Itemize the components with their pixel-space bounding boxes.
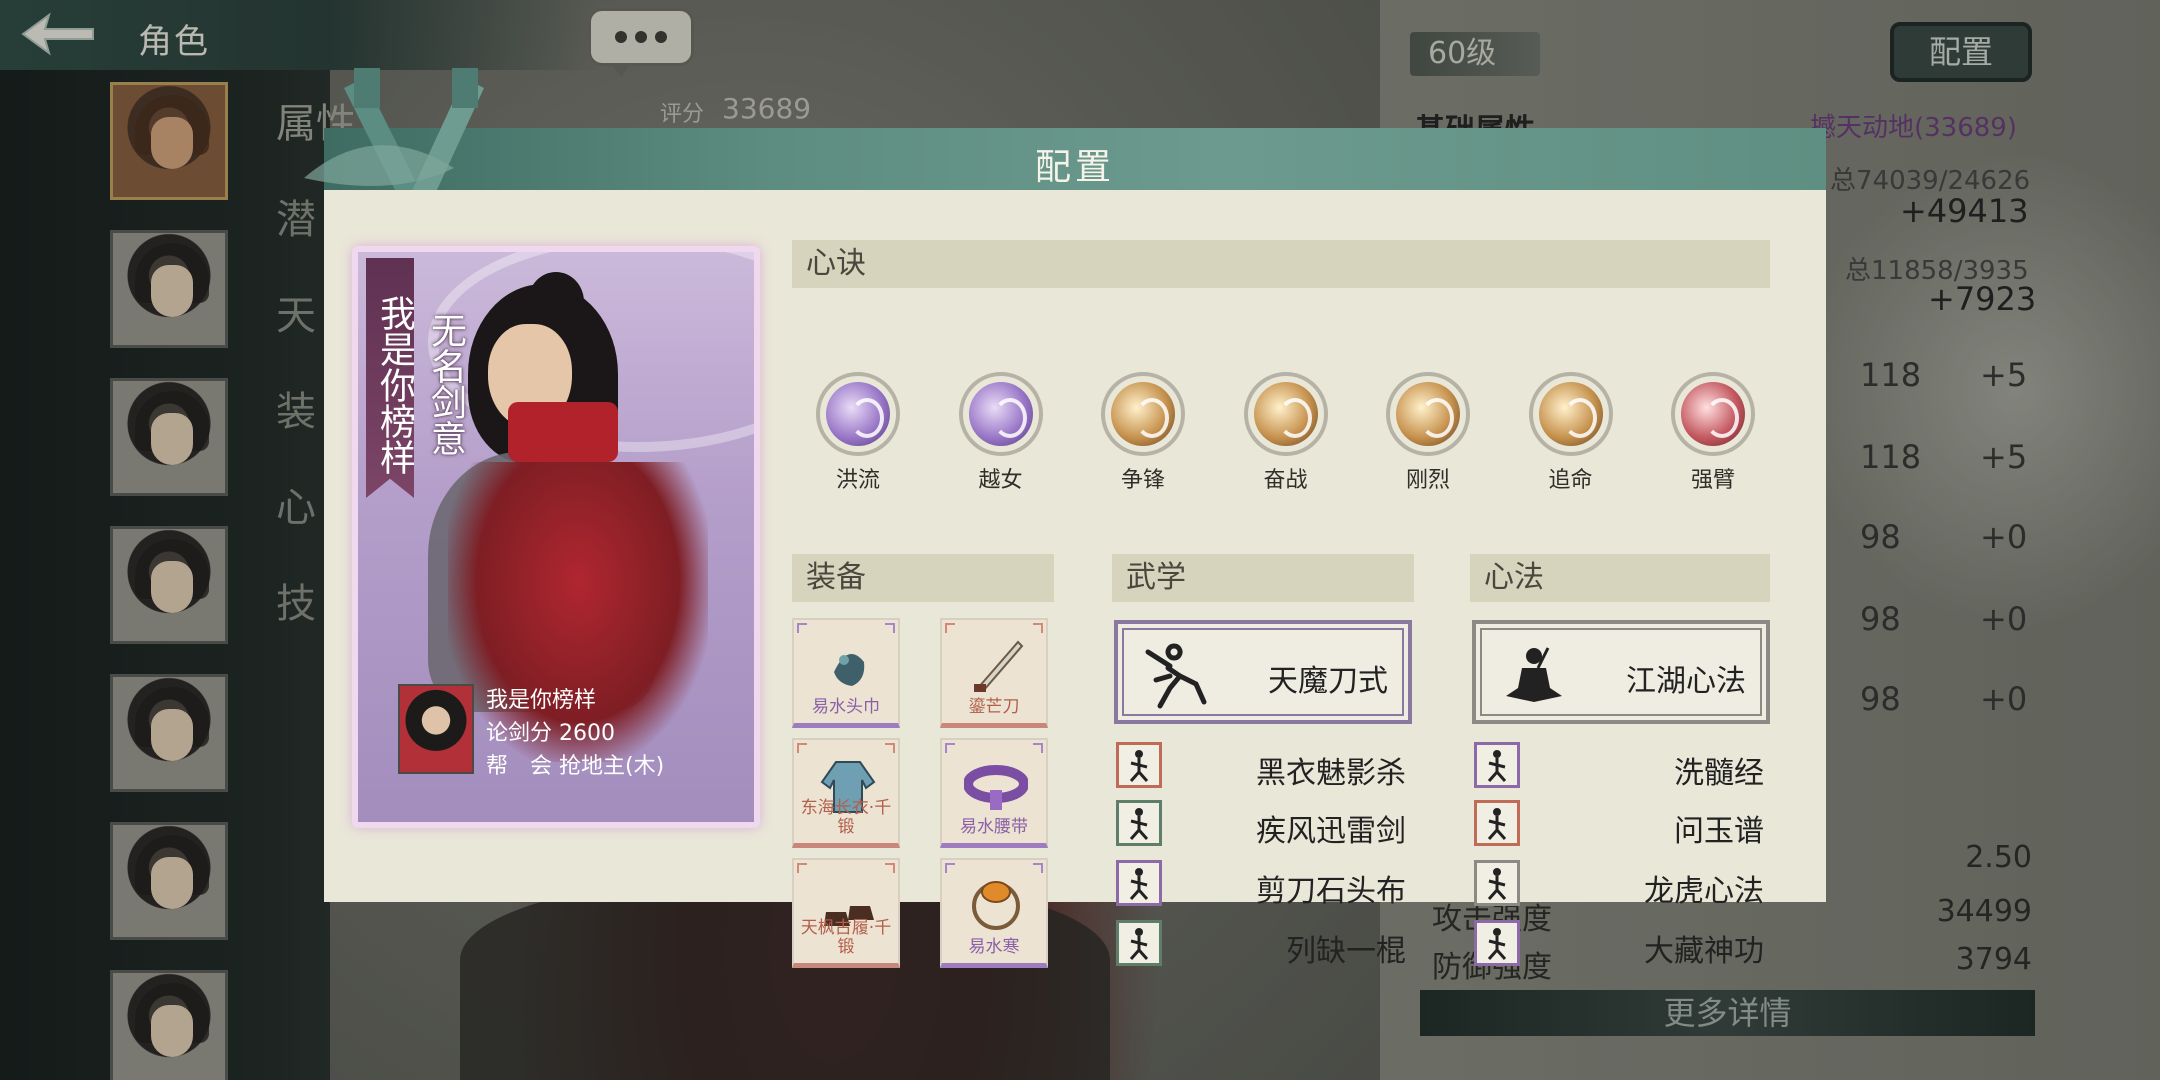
equipment-slot[interactable]: 易水寒 <box>940 858 1048 968</box>
section-wuxue: 武学 <box>1112 554 1414 602</box>
bracelet-icon <box>972 881 1020 930</box>
section-equipment: 装备 <box>792 554 1054 602</box>
skill-name: 黑衣魅影杀 <box>1256 756 1406 791</box>
equipment-slot[interactable]: 天枫古履·千锻 <box>792 858 900 968</box>
xinjue-label: 强臂 <box>1690 468 1735 493</box>
xinjue-label: 争锋 <box>1120 468 1165 493</box>
sword-dancer-icon <box>1145 643 1207 709</box>
xinjue-1[interactable]: 洪流 <box>798 372 918 494</box>
xinjue-label: 奋战 <box>1263 468 1308 493</box>
fist-strike-icon <box>1101 372 1185 456</box>
xinjue-4[interactable]: 奋战 <box>1226 372 1346 494</box>
skill-name: 龙虎心法 <box>1644 874 1764 909</box>
meditation-figure-icon <box>1474 860 1520 906</box>
skill-item[interactable]: 剪刀石头布 <box>1116 860 1416 909</box>
xinjue-3[interactable]: 争锋 <box>1083 372 1203 494</box>
equipment-name: 鎏芒刀 <box>968 697 1020 717</box>
modal-header: 配置 <box>324 128 1826 190</box>
skill-name: 列缺一棍 <box>1286 934 1406 969</box>
equipment-slot[interactable]: 易水腰带 <box>940 738 1048 848</box>
player-info: 我是你榜样 论剑分 2600 帮 会 抢地主(木) <box>486 684 664 783</box>
skill-name: 剪刀石头布 <box>1256 874 1406 909</box>
martial-figure-icon <box>1116 742 1162 788</box>
player-score: 论剑分 2600 <box>486 721 615 746</box>
skill-item[interactable]: 洗髓经 <box>1474 742 1774 791</box>
meditation-figure-icon <box>1474 742 1520 788</box>
player-name: 我是你榜样 <box>486 688 597 713</box>
equipment-slot[interactable]: 鎏芒刀 <box>940 618 1048 728</box>
section-xinfa: 心法 <box>1470 554 1770 602</box>
saber-icon <box>974 640 1024 692</box>
skill-name: 问玉谱 <box>1674 814 1764 849</box>
xinjue-label: 洪流 <box>835 468 880 493</box>
main-mind-method-label: 江湖心法 <box>1626 664 1746 699</box>
crescent-slash-icon <box>958 372 1043 456</box>
xinjue-label: 刚烈 <box>1405 468 1450 493</box>
xinjue-label: 追命 <box>1548 468 1593 493</box>
meditating-figure-icon <box>1506 647 1562 702</box>
motto-banner: 我是你榜样 <box>366 258 414 498</box>
player-avatar <box>398 684 474 774</box>
modal-title: 配置 <box>1034 147 1115 188</box>
skill-item[interactable]: 疾风迅雷剑 <box>1116 800 1416 849</box>
modal-body: 我是你榜样 无名剑意 我是你榜样 论剑分 2600 帮 会 抢地主(木) 心诀 … <box>324 190 1826 969</box>
xinjue-2[interactable]: 越女 <box>941 372 1061 494</box>
main-martial-skill-label: 天魔刀式 <box>1268 664 1388 699</box>
martial-figure-icon <box>1116 920 1162 966</box>
skill-name: 大藏神功 <box>1644 934 1764 969</box>
martial-figure-icon <box>1116 860 1162 906</box>
meditation-figure-icon <box>1474 800 1520 846</box>
dash-icon <box>1528 372 1613 456</box>
martial-figure-icon <box>1116 800 1162 846</box>
equipment-name: 易水腰带 <box>960 817 1028 837</box>
equipment-slot[interactable]: 东海长衣·千锻 <box>792 738 900 848</box>
headscarf-icon <box>834 654 865 686</box>
player-guild: 帮 会 抢地主(木) <box>486 754 665 779</box>
equipment-name: 天枫古履·千锻 <box>800 918 892 957</box>
xinjue-7[interactable]: 强臂 <box>1653 372 1773 494</box>
skill-item[interactable]: 问玉谱 <box>1474 800 1774 849</box>
fierce-face-icon <box>1386 372 1470 456</box>
equipment-slot[interactable]: 易水头巾 <box>792 618 900 728</box>
vortex-icon <box>816 372 900 456</box>
equipment-name: 东海长衣·千锻 <box>800 798 892 837</box>
config-modal: 配置 我是你榜样 无名剑意 我是你榜样 论剑分 2600 帮 会 抢地主(木) <box>304 68 1826 969</box>
sword-intent-title: 无名剑意 <box>425 312 466 456</box>
xinjue-5[interactable]: 刚烈 <box>1368 372 1488 494</box>
section-xinjue: 心诀 <box>792 240 1770 288</box>
warrior-icon <box>1243 372 1328 456</box>
main-martial-skill[interactable]: 天魔刀式 <box>1114 620 1412 724</box>
skill-name: 疾风迅雷剑 <box>1256 814 1406 849</box>
xinjue-6[interactable]: 追命 <box>1511 372 1631 494</box>
skill-item[interactable]: 大藏神功 <box>1474 920 1774 969</box>
skill-name: 洗髓经 <box>1674 756 1764 791</box>
character-card: 我是你榜样 无名剑意 我是你榜样 论剑分 2600 帮 会 抢地主(木) <box>352 246 760 828</box>
xinjue-label: 越女 <box>978 468 1023 493</box>
skill-item[interactable]: 龙虎心法 <box>1474 860 1774 909</box>
skill-item[interactable]: 黑衣魅影杀 <box>1116 742 1416 791</box>
strong-arm-icon <box>1671 372 1755 456</box>
skill-item[interactable]: 列缺一棍 <box>1116 920 1416 969</box>
belt-icon <box>964 765 1028 810</box>
equipment-name: 易水头巾 <box>812 697 880 717</box>
equipment-name: 易水寒 <box>968 937 1020 957</box>
main-mind-method[interactable]: 江湖心法 <box>1472 620 1770 724</box>
meditation-figure-icon <box>1474 920 1520 966</box>
